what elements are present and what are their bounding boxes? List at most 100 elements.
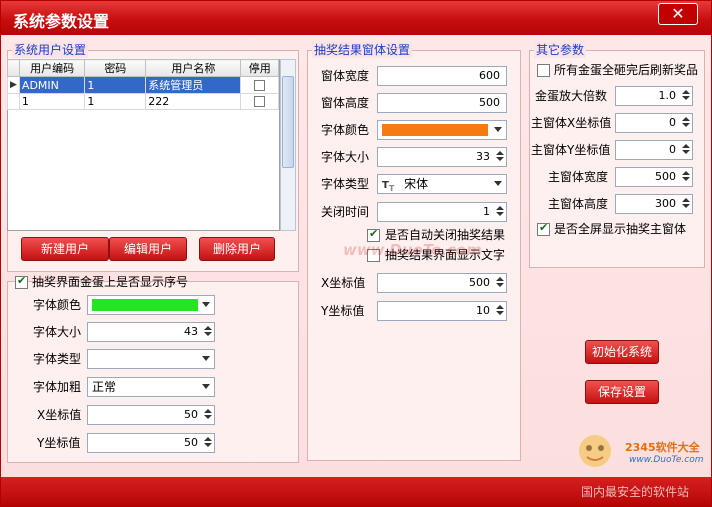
chevron-down-icon — [202, 302, 210, 307]
main-height-label: 主窗体高度 — [548, 197, 609, 211]
main-width-value: 500 — [655, 170, 676, 183]
egg-font-bold-label: 字体加粗 — [33, 380, 82, 394]
users-table-header: 用户编码 密码 用户名称 停用 — [7, 59, 279, 77]
init-system-button[interactable]: 初始化系统 — [585, 340, 659, 364]
chevron-down-icon — [494, 181, 502, 186]
cell-password[interactable]: 1 — [84, 93, 147, 110]
spinner-arrows-icon[interactable] — [682, 197, 690, 211]
chevron-down-icon — [202, 356, 210, 361]
spinner-arrows-icon[interactable] — [496, 304, 504, 318]
main-height-value: 300 — [655, 197, 676, 210]
main-y-value: 0 — [669, 143, 676, 156]
add-user-button[interactable]: 新建用户 — [21, 237, 109, 261]
result-x-value: 500 — [469, 276, 490, 289]
egg-font-color-swatch — [92, 299, 198, 311]
cell-name[interactable]: 222 — [145, 93, 242, 110]
spinner-arrows-icon[interactable] — [204, 408, 212, 422]
logo-mascot-icon — [579, 435, 611, 467]
result-y-spinner[interactable]: 10 — [377, 301, 507, 321]
result-font-color-swatch — [382, 124, 488, 136]
cell-disabled[interactable] — [240, 93, 279, 110]
result-font-size-value: 33 — [476, 150, 490, 163]
fullscreen-label: 是否全屏显示抽奖主窗体 — [554, 222, 687, 236]
egg-y-spinner[interactable]: 50 — [87, 433, 215, 453]
disabled-checkbox[interactable] — [254, 79, 266, 91]
disabled-checkbox[interactable] — [254, 96, 266, 107]
result-x-label: X坐标值 — [321, 276, 366, 290]
egg-y-value: 50 — [184, 436, 198, 449]
cell-password[interactable]: 1 — [84, 76, 147, 94]
spinner-arrows-icon[interactable] — [204, 436, 212, 450]
main-x-label: 主窗体X坐标值 — [531, 116, 612, 130]
chevron-down-icon — [202, 384, 210, 389]
egg-font-type-select[interactable] — [87, 349, 215, 369]
refresh-prizes-label: 所有金蛋全砸完后刷新奖品 — [554, 63, 699, 77]
table-row[interactable]: 1 1 222 — [7, 93, 279, 110]
egg-zoom-spinner[interactable]: 1.0 — [615, 86, 693, 106]
spinner-arrows-icon[interactable] — [682, 89, 690, 103]
egg-font-size-value: 43 — [184, 325, 198, 338]
close-button[interactable]: ✕ — [658, 3, 698, 25]
col-disabled[interactable]: 停用 — [240, 59, 279, 77]
settings-window: 系统参数设置 ✕ 系统用户设置 用户编码 密码 用户名称 停用 ▶ ADMIN … — [0, 0, 712, 507]
delete-user-button[interactable]: 删除用户 — [199, 237, 275, 261]
result-y-value: 10 — [476, 304, 490, 317]
main-width-label: 主窗体宽度 — [548, 170, 609, 184]
window-title: 系统参数设置 — [13, 12, 110, 31]
spinner-arrows-icon[interactable] — [682, 143, 690, 157]
spinner-arrows-icon[interactable] — [682, 116, 690, 130]
fullscreen-checkbox[interactable] — [537, 221, 550, 236]
users-table: 用户编码 密码 用户名称 停用 ▶ ADMIN 1 系统管理员 1 1 222 — [7, 59, 279, 110]
edit-user-button[interactable]: 编辑用户 — [109, 237, 187, 261]
egg-font-bold-select[interactable]: 正常 — [87, 377, 215, 397]
col-user-name[interactable]: 用户名称 — [145, 59, 242, 77]
egg-font-size-spinner[interactable]: 43 — [87, 322, 215, 342]
spinner-arrows-icon[interactable] — [496, 276, 504, 290]
show-egg-number-checkbox[interactable] — [15, 274, 28, 289]
result-width-input[interactable]: 600 — [377, 66, 507, 86]
result-font-type-label: 字体类型 — [321, 177, 370, 191]
scrollbar-thumb[interactable] — [282, 76, 294, 168]
egg-x-label: X坐标值 — [37, 408, 82, 422]
cell-disabled[interactable] — [240, 76, 279, 94]
other-params-group-title: 其它参数 — [534, 42, 587, 58]
logo-text: 2345软件大全 — [625, 441, 700, 454]
watermark: www.DuoTe.com — [343, 241, 482, 259]
main-y-spinner[interactable]: 0 — [615, 140, 693, 160]
cell-code[interactable]: ADMIN — [18, 76, 86, 94]
spinner-arrows-icon[interactable] — [496, 150, 504, 164]
refresh-prizes-checkbox[interactable] — [537, 64, 550, 77]
result-x-spinner[interactable]: 500 — [377, 273, 507, 293]
cell-name[interactable]: 系统管理员 — [145, 76, 242, 94]
egg-font-type-label: 字体类型 — [33, 352, 82, 366]
egg-x-spinner[interactable]: 50 — [87, 405, 215, 425]
main-x-spinner[interactable]: 0 — [615, 113, 693, 133]
table-row[interactable]: ▶ ADMIN 1 系统管理员 — [7, 76, 279, 94]
col-user-code[interactable]: 用户编码 — [18, 59, 86, 77]
chevron-down-icon — [494, 127, 502, 132]
main-height-spinner[interactable]: 300 — [615, 194, 693, 214]
save-settings-button[interactable]: 保存设置 — [585, 380, 659, 404]
main-width-spinner[interactable]: 500 — [615, 167, 693, 187]
close-time-spinner[interactable]: 1 — [377, 202, 507, 222]
users-scrollbar[interactable] — [280, 59, 296, 231]
users-group-title: 系统用户设置 — [12, 42, 89, 58]
egg-zoom-value: 1.0 — [658, 89, 677, 102]
spinner-arrows-icon[interactable] — [204, 325, 212, 339]
result-font-size-spinner[interactable]: 33 — [377, 147, 507, 167]
result-font-color-select[interactable] — [377, 120, 507, 140]
result-height-input[interactable]: 500 — [377, 93, 507, 113]
row-pointer-icon: ▶ — [7, 76, 20, 94]
title-bar: 系统参数设置 ✕ — [1, 1, 711, 35]
egg-font-color-select[interactable] — [87, 295, 215, 315]
bottom-bar: 国内最安全的软件站 — [1, 477, 711, 506]
col-password[interactable]: 密码 — [84, 59, 147, 77]
close-time-value: 1 — [483, 205, 490, 218]
spinner-arrows-icon[interactable] — [496, 205, 504, 219]
spinner-arrows-icon[interactable] — [682, 170, 690, 184]
egg-x-value: 50 — [184, 408, 198, 421]
result-font-type-select[interactable]: TT 宋体 — [377, 174, 507, 194]
cell-code[interactable]: 1 — [18, 93, 86, 110]
result-font-color-label: 字体颜色 — [321, 123, 370, 137]
result-font-size-label: 字体大小 — [321, 150, 370, 164]
